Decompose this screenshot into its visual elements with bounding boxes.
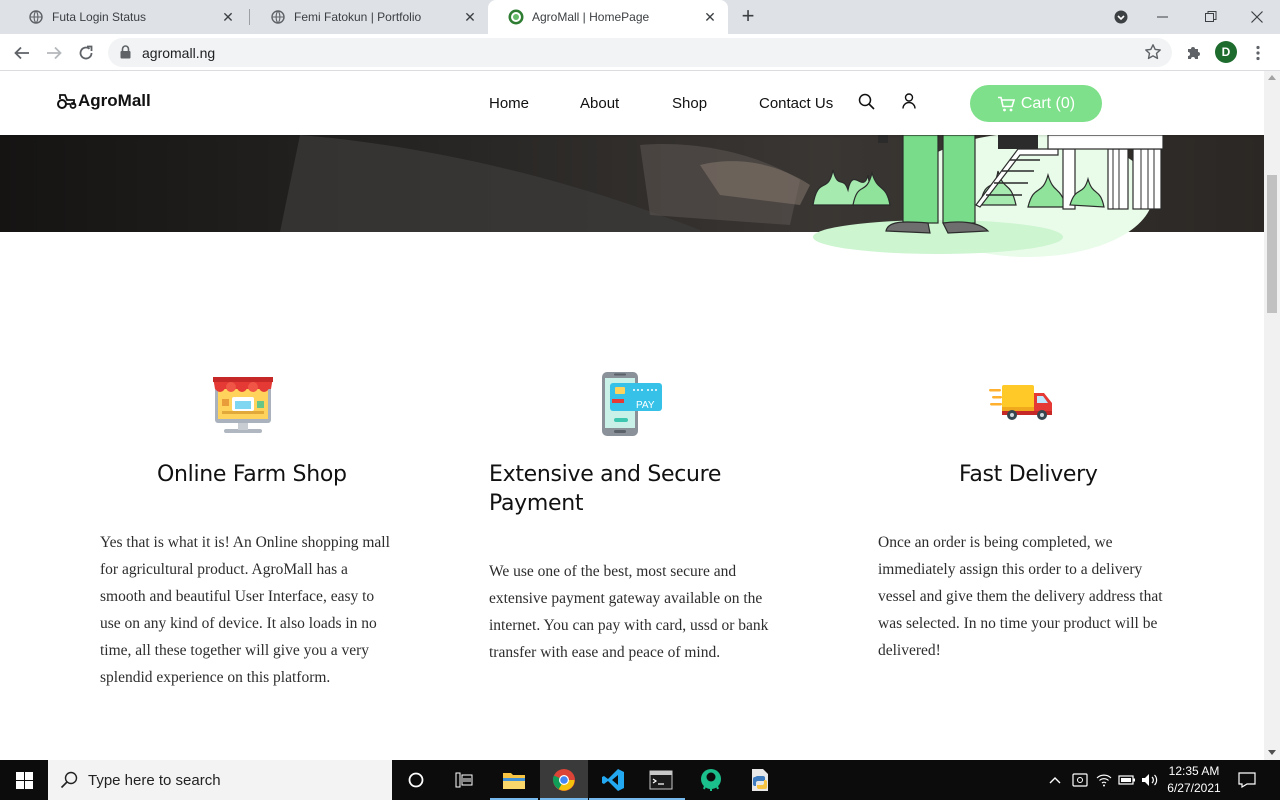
taskbar-file-explorer[interactable] <box>490 760 538 800</box>
taskbar-gitkraken[interactable] <box>687 760 735 800</box>
feature-text-secure-payment: We use one of the best, most secure and … <box>489 563 769 661</box>
folder-icon <box>503 773 525 789</box>
scrollbar-thumb[interactable] <box>1267 175 1277 313</box>
scroll-down-arrow-icon[interactable] <box>1268 750 1276 755</box>
terminal-icon <box>649 770 673 790</box>
delivery-truck-icon <box>989 385 1052 420</box>
pay-label: PAY <box>636 400 655 411</box>
taskbar-vscode[interactable] <box>589 760 637 800</box>
close-window-button[interactable] <box>1234 0 1280 34</box>
feature-title-online-farm-shop: Online Farm Shop <box>157 462 347 487</box>
taskbar-search-placeholder: Type here to search <box>88 771 221 789</box>
close-tab-icon[interactable]: ✕ <box>462 9 478 25</box>
shop-stall-icon <box>213 377 273 433</box>
search-icon <box>60 771 78 789</box>
close-tab-icon[interactable]: ✕ <box>702 9 718 25</box>
notifications-icon[interactable] <box>1234 760 1260 800</box>
volume-icon[interactable] <box>1140 760 1160 800</box>
task-view-button[interactable] <box>440 760 488 800</box>
farmer-illustration <box>812 135 1164 257</box>
page-viewport: AgroMall Home About Shop Contact Us Cart… <box>0 71 1264 760</box>
cortana-button[interactable] <box>392 760 440 800</box>
minimize-button[interactable] <box>1140 0 1186 34</box>
feature-title-secure-payment: Extensive and Secure Payment <box>489 462 722 516</box>
chrome-icon <box>552 769 575 791</box>
nav-about[interactable]: About <box>580 95 619 112</box>
nav-shop[interactable]: Shop <box>672 95 707 112</box>
task-view-icon <box>455 772 473 788</box>
tab-title: Femi Fatokun | Portfolio <box>294 10 422 24</box>
globe-icon <box>28 9 44 25</box>
agromall-favicon-icon <box>508 9 524 25</box>
start-button[interactable] <box>0 760 48 800</box>
globe-icon <box>270 9 286 25</box>
site-header: AgroMall Home About Shop Contact Us Cart… <box>0 71 1264 135</box>
browser-tab-strip: Futa Login Status ✕ Femi Fatokun | Portf… <box>0 0 1280 34</box>
arrow-left-icon <box>14 46 29 60</box>
windows-logo-icon <box>15 771 33 789</box>
taskbar-chrome[interactable] <box>540 760 588 800</box>
python-file-icon <box>752 769 768 791</box>
url-text: agromall.ng <box>142 45 216 61</box>
browser-toolbar: agromall.ng <box>0 34 1280 71</box>
user-icon[interactable] <box>902 93 916 114</box>
tab-portfolio[interactable]: Femi Fatokun | Portfolio ✕ <box>250 0 488 34</box>
taskbar-search-box[interactable]: Type here to search <box>48 760 392 800</box>
battery-icon[interactable] <box>1117 760 1137 800</box>
tab-title: Futa Login Status <box>52 10 147 24</box>
taskbar-clock[interactable]: 12:35 AM 6/27/2021 <box>1160 763 1228 797</box>
address-bar[interactable]: agromall.ng <box>108 38 1172 67</box>
kebab-menu-icon <box>1256 45 1260 61</box>
reload-icon <box>79 45 93 60</box>
feature-text-online-farm-shop: Yes that is what it is! An Online shoppi… <box>100 534 390 686</box>
page-scrollbar[interactable] <box>1264 71 1280 760</box>
back-button[interactable] <box>8 39 36 67</box>
chrome-menu-button[interactable] <box>1244 39 1272 67</box>
site-logo[interactable]: AgroMall <box>57 91 151 111</box>
feature-title-fast-delivery: Fast Delivery <box>959 462 1098 487</box>
nav-contact-us[interactable]: Contact Us <box>759 95 833 112</box>
new-tab-button[interactable]: + <box>736 5 760 29</box>
tab-agromall-homepage[interactable]: AgroMall | HomePage ✕ <box>488 0 728 34</box>
forward-button[interactable] <box>40 39 68 67</box>
vscode-icon <box>602 769 624 791</box>
cart-label: Cart (0) <box>1020 94 1076 112</box>
scroll-up-arrow-icon[interactable] <box>1268 75 1276 80</box>
profile-avatar[interactable]: D <box>1215 41 1237 63</box>
shopping-cart-icon <box>997 96 1015 111</box>
restore-button[interactable] <box>1188 0 1234 34</box>
tab-futa-login-status[interactable]: Futa Login Status ✕ <box>8 0 246 34</box>
tab-title: AgroMall | HomePage <box>532 10 650 24</box>
extensions-button[interactable] <box>1180 39 1208 67</box>
cortana-circle-icon <box>408 772 424 788</box>
cart-button[interactable]: Cart (0) <box>970 85 1102 122</box>
feature-text-fast-delivery: Once an order is being completed, we imm… <box>878 534 1163 659</box>
taskbar-python[interactable] <box>736 760 784 800</box>
puzzle-icon <box>1188 47 1200 59</box>
clock-date: 6/27/2021 <box>1167 781 1221 795</box>
taskbar-terminal[interactable] <box>637 760 685 800</box>
search-icon[interactable] <box>858 93 875 115</box>
windows-taskbar: Type here to search 12:35 AM 6/27/2021 <box>0 760 1280 800</box>
mobile-pay-icon: PAY <box>602 372 662 436</box>
arrow-right-icon <box>47 46 62 60</box>
tractor-icon <box>57 94 77 109</box>
clock-time: 12:35 AM <box>1168 764 1220 778</box>
tray-overflow-chevron-icon[interactable] <box>1046 760 1064 800</box>
tab-search-button[interactable] <box>1098 0 1144 34</box>
reload-button[interactable] <box>72 39 100 67</box>
gitkraken-icon <box>701 769 721 791</box>
wifi-icon[interactable] <box>1094 760 1114 800</box>
bookmark-star-icon[interactable] <box>1144 43 1162 66</box>
logo-text: AgroMall <box>78 91 151 110</box>
nav-home[interactable]: Home <box>489 95 529 112</box>
lock-icon <box>120 45 131 64</box>
close-tab-icon[interactable]: ✕ <box>220 9 236 25</box>
meet-now-icon[interactable] <box>1070 760 1090 800</box>
